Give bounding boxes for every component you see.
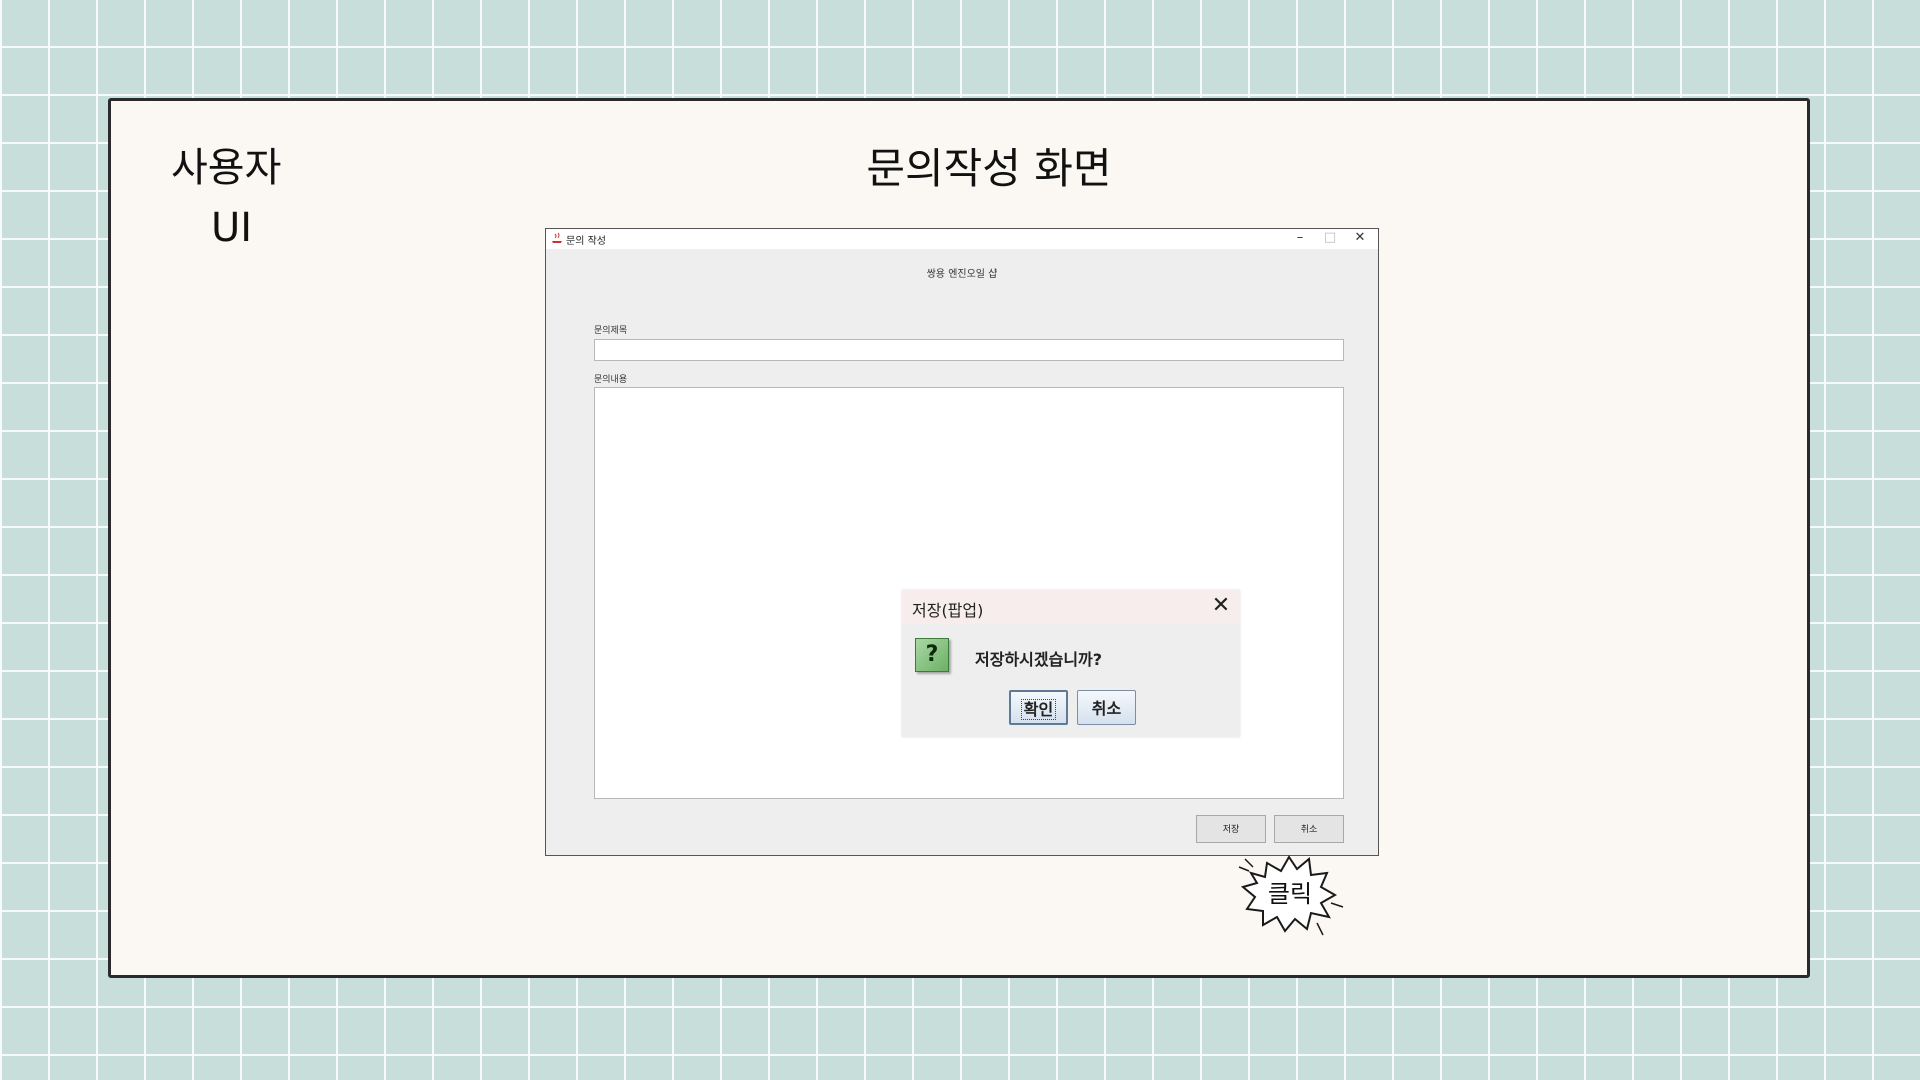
java-app-icon (551, 232, 563, 246)
click-burst-annotation: 클릭 (1238, 855, 1344, 936)
window-close-button[interactable]: ✕ (1348, 230, 1372, 245)
save-button[interactable]: 저장 (1196, 815, 1266, 843)
content-label: 문의내용 (594, 375, 628, 385)
shop-header: 쌍용 엔진오일 샵 (926, 269, 998, 280)
dialog-cancel-button[interactable]: 취소 (1077, 690, 1136, 725)
inquiry-window: 문의 작성 – □ ✕ 쌍용 엔진오일 샵 문의제목 문의내용 저장 취소 (545, 228, 1379, 856)
question-icon: ? (915, 638, 949, 672)
confirm-button[interactable]: 확인 (1009, 690, 1068, 725)
minimize-button[interactable]: – (1288, 230, 1312, 245)
cancel-button[interactable]: 취소 (1274, 815, 1344, 843)
dialog-title: 저장(팝업) (912, 601, 984, 620)
maximize-button[interactable]: □ (1318, 230, 1342, 245)
subject-input[interactable] (594, 339, 1344, 361)
subject-label: 문의제목 (594, 326, 628, 336)
slide-title: 문의작성 화면 (866, 144, 1112, 193)
slide-panel: 사용자 UI 문의작성 화면 문의 작성 – □ ✕ 쌍용 엔진오일 샵 문의제… (108, 98, 1810, 978)
confirm-button-label: 확인 (1020, 699, 1057, 720)
save-confirm-dialog: 저장(팝업) ✕ ? 저장하시겠습니까? 확인 취소 (902, 590, 1240, 737)
window-title: 문의 작성 (566, 236, 606, 247)
dialog-titlebar: 저장(팝업) ✕ (902, 590, 1240, 624)
window-titlebar: 문의 작성 – □ ✕ (546, 229, 1378, 249)
slide-label-ui: UI (211, 205, 253, 251)
click-annotation-text: 클릭 (1268, 880, 1312, 908)
dialog-message: 저장하시겠습니까? (975, 650, 1103, 669)
dialog-close-icon[interactable]: ✕ (1208, 592, 1234, 620)
